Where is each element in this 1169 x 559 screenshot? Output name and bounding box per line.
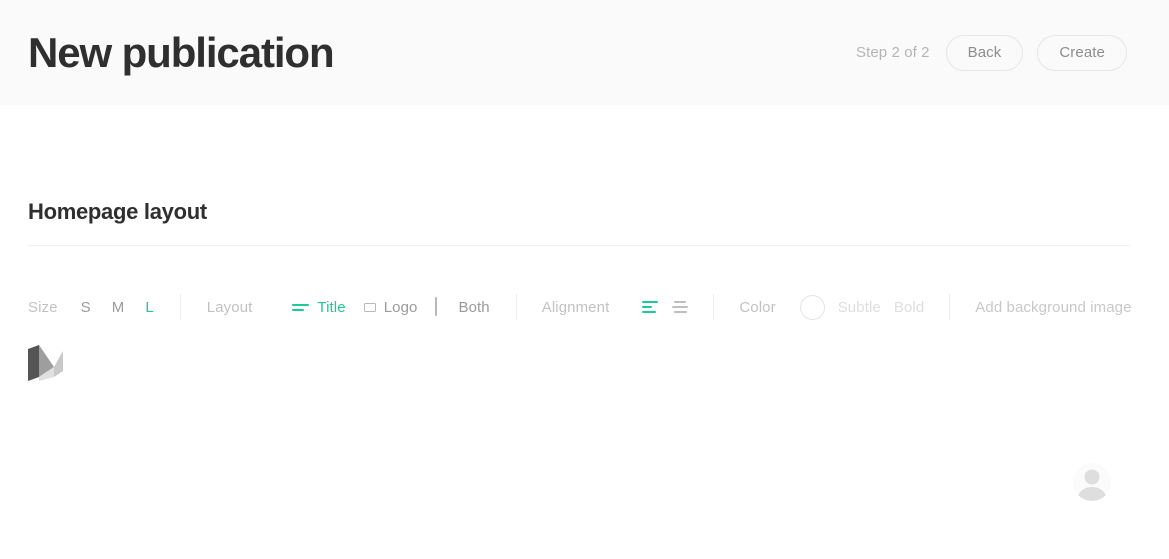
toolbar-separator-1 bbox=[179, 294, 181, 320]
logo-rect-icon bbox=[363, 302, 376, 312]
layout-option-logo-label: Logo bbox=[383, 298, 418, 316]
homepage-preview bbox=[28, 345, 1140, 501]
layout-label: Layout bbox=[206, 298, 253, 316]
layout-toolbar: Size S M L Layout Title Logo Both Alignm… bbox=[28, 287, 1140, 327]
layout-option-logo[interactable]: Logo bbox=[363, 298, 418, 316]
add-background-image-button[interactable]: Add background image bbox=[975, 299, 1131, 316]
size-option-m[interactable]: M bbox=[112, 299, 125, 316]
page-title: New publication bbox=[28, 28, 335, 76]
layout-option-title-label: Title bbox=[317, 298, 346, 316]
user-avatar-placeholder bbox=[1073, 463, 1111, 501]
color-option-subtle[interactable]: Subtle bbox=[838, 299, 881, 316]
layout-option-both-label: Both bbox=[458, 298, 490, 316]
create-button[interactable]: Create bbox=[1037, 34, 1127, 71]
toolbar-separator-2 bbox=[515, 294, 517, 320]
size-group: Size S M L bbox=[28, 299, 154, 316]
alignment-label: Alignment bbox=[541, 298, 610, 316]
size-option-s[interactable]: S bbox=[81, 299, 91, 316]
title-lines-icon bbox=[292, 303, 310, 311]
toolbar-separator-4 bbox=[949, 294, 951, 320]
medium-m-logo bbox=[28, 345, 63, 381]
back-button[interactable]: Back bbox=[945, 34, 1024, 71]
alignment-group: Alignment bbox=[542, 299, 689, 316]
layout-group: Layout Title Logo Both bbox=[206, 297, 490, 316]
color-label: Color bbox=[739, 298, 776, 316]
align-center-icon[interactable] bbox=[672, 301, 689, 313]
size-option-l[interactable]: L bbox=[145, 299, 153, 316]
color-swatch-icon[interactable] bbox=[799, 294, 825, 320]
toolbar-separator-3 bbox=[713, 294, 715, 320]
layout-option-title[interactable]: Title bbox=[292, 298, 346, 316]
header-actions: Step 2 of 2 Back Create bbox=[855, 34, 1127, 71]
layout-option-both[interactable]: Both bbox=[435, 297, 490, 316]
section-title: Homepage layout bbox=[28, 199, 207, 224]
color-group: Color Subtle Bold bbox=[739, 294, 924, 320]
step-indicator: Step 2 of 2 bbox=[855, 44, 930, 61]
align-left-icon[interactable] bbox=[642, 301, 659, 313]
size-label: Size bbox=[28, 298, 58, 316]
color-option-bold[interactable]: Bold bbox=[894, 299, 924, 316]
section-divider bbox=[28, 245, 1130, 246]
page-header: New publication Step 2 of 2 Back Create bbox=[0, 0, 1169, 105]
